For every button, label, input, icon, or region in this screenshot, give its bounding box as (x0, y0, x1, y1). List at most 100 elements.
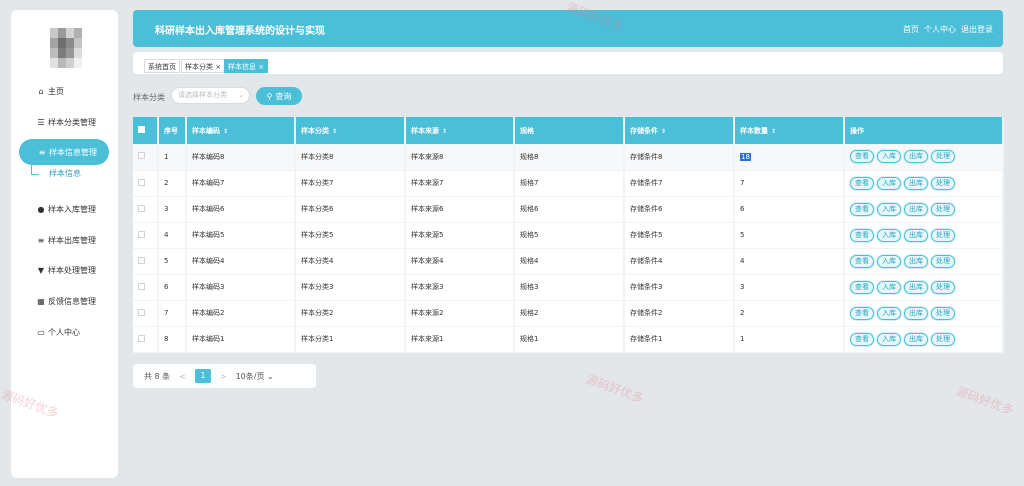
col-header-category[interactable]: 样本分类 ⇕ (295, 117, 406, 144)
cell-source: 样本来源2 (405, 300, 515, 327)
cell-code: 样本编码5 (186, 222, 296, 249)
stock-out-button[interactable]: 出库 (904, 176, 928, 190)
sidebar-item-stock-in-management[interactable]: ● 样本入库管理 (11, 196, 118, 222)
next-page-button[interactable]: > (220, 372, 227, 381)
sidebar-item-stock-out-management[interactable]: ≡ 样本出库管理 (11, 227, 118, 253)
cell-storage: 存储条件4 (624, 248, 735, 275)
close-icon[interactable]: × (258, 63, 264, 71)
tab-sample-info[interactable]: 样本信息 × (224, 59, 269, 73)
table-row: 4 样本编码5 样本分类5 样本来源5 规格5 存储条件5 5 查看 入库 出库 处理 (133, 222, 1004, 249)
table-row: 1 样本编码8 样本分类8 样本来源8 规格8 存储条件8 18 查看 入库 出库 处理 (133, 144, 1004, 171)
stock-out-button[interactable]: 出库 (904, 306, 928, 320)
stock-out-button[interactable]: 出库 (904, 202, 928, 216)
sidebar-item-category-management[interactable]: ☰ 样本分类管理 (11, 109, 118, 135)
cell-quantity: 4 (734, 248, 845, 275)
category-select[interactable]: 请选择样本分类 ⌄ (171, 87, 250, 104)
stock-out-button[interactable]: 出库 (904, 150, 928, 164)
header-link-home[interactable]: 首页 (903, 24, 919, 35)
cell-actions: 查看 入库 出库 处理 (844, 326, 1004, 353)
process-button[interactable]: 处理 (931, 228, 955, 242)
row-checkbox[interactable] (133, 144, 159, 171)
stock-in-button[interactable]: 入库 (877, 176, 901, 190)
stock-out-button[interactable]: 出库 (904, 228, 928, 242)
row-checkbox[interactable] (133, 326, 159, 353)
cell-index: 6 (158, 274, 187, 301)
row-checkbox[interactable] (133, 300, 159, 327)
stock-in-button[interactable]: 入库 (877, 332, 901, 346)
row-checkbox[interactable] (133, 170, 159, 197)
stock-in-button[interactable]: 入库 (877, 202, 901, 216)
table-row: 5 样本编码4 样本分类4 样本来源4 规格4 存储条件4 4 查看 入库 出库 处理 (133, 248, 1004, 275)
cell-code: 样本编码6 (186, 196, 296, 223)
col-header-code[interactable]: 样本编码 ⇕ (186, 117, 296, 144)
watermark: 源码好优多 (584, 372, 646, 406)
pagination: 共 8 条 < 1 > 10条/页 ⌄ (133, 364, 316, 388)
select-all-checkbox[interactable] (133, 117, 159, 144)
view-button[interactable]: 查看 (850, 176, 874, 190)
header-link-logout[interactable]: 退出登录 (961, 24, 993, 35)
view-button[interactable]: 查看 (850, 332, 874, 346)
user-icon: ● (37, 204, 45, 214)
cell-index: 3 (158, 196, 187, 223)
stock-out-button[interactable]: 出库 (904, 254, 928, 268)
sidebar-item-label: 样本信息管理 (49, 147, 97, 157)
cell-quantity: 7 (734, 170, 845, 197)
close-icon[interactable]: × (215, 63, 221, 71)
sidebar-item-label: 样本处理管理 (48, 265, 96, 275)
sidebar-item-sample-info-management[interactable]: ≡ 样本信息管理 (19, 139, 109, 165)
page-size-select[interactable]: 10条/页 ⌄ (236, 371, 274, 382)
row-checkbox[interactable] (133, 248, 159, 275)
cell-spec: 规格6 (514, 196, 625, 223)
stock-out-button[interactable]: 出库 (904, 332, 928, 346)
view-button[interactable]: 查看 (850, 280, 874, 294)
total-count: 共 8 条 (144, 371, 171, 381)
process-button[interactable]: 处理 (931, 176, 955, 190)
cell-index: 2 (158, 170, 187, 197)
process-button[interactable]: 处理 (931, 202, 955, 216)
sort-icon: ⇕ (661, 127, 667, 135)
process-button[interactable]: 处理 (931, 280, 955, 294)
sidebar-item-processing-management[interactable]: ▼ 样本处理管理 (11, 257, 118, 283)
stock-in-button[interactable]: 入库 (877, 228, 901, 242)
sidebar-item-home[interactable]: ⌂ 主页 (11, 78, 118, 104)
view-button[interactable]: 查看 (850, 202, 874, 216)
row-checkbox[interactable] (133, 196, 159, 223)
row-checkbox[interactable] (133, 222, 159, 249)
cell-code: 样本编码2 (186, 300, 296, 327)
sidebar-subitem-sample-info[interactable]: 样本信息 (31, 163, 101, 187)
view-button[interactable]: 查看 (850, 150, 874, 164)
row-checkbox[interactable] (133, 274, 159, 301)
header-link-personal-center[interactable]: 个人中心 (924, 24, 956, 35)
view-button[interactable]: 查看 (850, 254, 874, 268)
cell-actions: 查看 入库 出库 处理 (844, 300, 1004, 327)
view-button[interactable]: 查看 (850, 306, 874, 320)
col-header-storage[interactable]: 存储条件 ⇕ (624, 117, 735, 144)
tab-sample-category[interactable]: 样本分类 × (181, 59, 226, 73)
process-button[interactable]: 处理 (931, 150, 955, 164)
cell-storage: 存储条件8 (624, 144, 735, 171)
col-header-source[interactable]: 样本来源 ⇕ (405, 117, 515, 144)
process-button[interactable]: 处理 (931, 306, 955, 320)
sort-icon: ⇕ (332, 127, 338, 135)
process-button[interactable]: 处理 (931, 332, 955, 346)
stock-out-button[interactable]: 出库 (904, 280, 928, 294)
app-title: 科研样本出入库管理系统的设计与实现 (155, 26, 325, 37)
cell-actions: 查看 入库 出库 处理 (844, 222, 1004, 249)
process-button[interactable]: 处理 (931, 254, 955, 268)
tab-system-home[interactable]: 系统首页 (144, 59, 180, 73)
sidebar-item-label: 个人中心 (48, 327, 80, 337)
cell-quantity: 1 (734, 326, 845, 353)
stock-in-button[interactable]: 入库 (877, 280, 901, 294)
search-button[interactable]: ⚲ 查询 (256, 87, 302, 105)
sidebar-item-personal-center[interactable]: ▭ 个人中心 (11, 319, 118, 345)
cell-quantity: 6 (734, 196, 845, 223)
prev-page-button[interactable]: < (179, 372, 186, 381)
view-button[interactable]: 查看 (850, 228, 874, 242)
stock-in-button[interactable]: 入库 (877, 150, 901, 164)
sidebar-item-feedback-management[interactable]: ▦ 反馈信息管理 (11, 288, 118, 314)
cell-spec: 规格5 (514, 222, 625, 249)
col-header-quantity[interactable]: 样本数量 ⇕ (734, 117, 845, 144)
stock-in-button[interactable]: 入库 (877, 254, 901, 268)
page-1-button[interactable]: 1 (194, 369, 211, 383)
stock-in-button[interactable]: 入库 (877, 306, 901, 320)
